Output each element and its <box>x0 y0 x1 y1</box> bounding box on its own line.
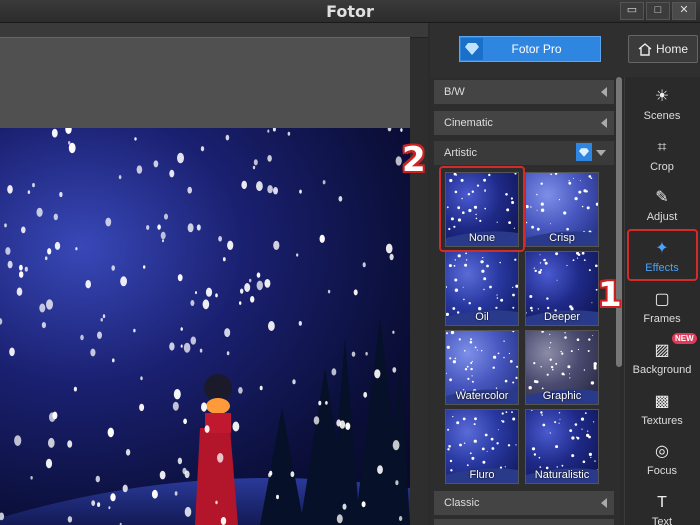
tool-label: Focus <box>647 465 677 477</box>
section-cinematic[interactable]: Cinematic <box>434 111 614 135</box>
tool-textures[interactable]: ▩ Textures <box>624 385 700 435</box>
section-label: Cinematic <box>444 117 493 129</box>
collapse-arrow-icon <box>601 498 607 508</box>
scenes-icon: ☀ <box>654 88 670 105</box>
tool-label: Adjust <box>646 211 678 223</box>
textures-icon: ▩ <box>654 393 670 410</box>
section-label: Classic <box>444 497 480 509</box>
tool-label: Text <box>651 516 673 525</box>
effect-thumb-fluro[interactable]: Fluro <box>445 409 519 484</box>
tool-crop[interactable]: ⌗ Crop <box>624 131 700 181</box>
maximize-icon[interactable]: □ <box>646 2 670 20</box>
expand-arrow-icon <box>596 150 606 156</box>
frames-icon: ▢ <box>654 291 670 308</box>
effect-label: Crisp <box>549 232 575 244</box>
crop-icon: ⌗ <box>657 139 667 156</box>
tool-scenes[interactable]: ☀ Scenes <box>624 80 700 130</box>
adjust-icon: ✎ <box>655 189 669 206</box>
diamond-icon <box>576 143 592 161</box>
effect-thumb-crisp[interactable]: Crisp <box>525 172 599 247</box>
step-1-marker: 1 <box>598 275 622 315</box>
effect-label: Deeper <box>543 311 581 323</box>
collapse-arrow-icon <box>601 87 607 97</box>
section-label: B/W <box>444 86 465 98</box>
section-bw[interactable]: B/W <box>434 80 614 104</box>
effect-thumb-naturalistic[interactable]: Naturalistic <box>525 409 599 484</box>
effect-label: Watercolor <box>455 390 509 402</box>
diamond-icon <box>461 38 483 60</box>
minimize-icon[interactable]: ▭ <box>620 2 644 20</box>
section-next[interactable] <box>434 519 614 525</box>
focus-icon: ◎ <box>655 443 669 460</box>
home-label: Home <box>655 42 688 56</box>
collapse-arrow-icon <box>601 118 607 128</box>
window-controls: ▭ □ ✕ <box>620 2 696 20</box>
effect-label: Graphic <box>542 390 582 402</box>
home-icon <box>638 42 652 56</box>
canvas-topbar <box>0 23 428 38</box>
effect-thumb-oil[interactable]: Oil <box>445 251 519 326</box>
effect-label: Naturalistic <box>534 469 590 481</box>
effect-thumb-deeper[interactable]: Deeper <box>525 251 599 326</box>
tool-adjust[interactable]: ✎ Adjust <box>624 181 700 231</box>
canvas-edge <box>410 38 428 525</box>
fotor-pro-label: Fotor Pro <box>511 42 562 56</box>
close-icon[interactable]: ✕ <box>672 2 696 20</box>
section-label: Artistic <box>444 147 477 159</box>
section-classic[interactable]: Classic <box>434 491 614 515</box>
panel-scrollbar[interactable] <box>616 77 622 367</box>
tool-focus[interactable]: ◎ Focus <box>624 435 700 485</box>
home-button[interactable]: Home <box>628 35 698 63</box>
tool-label: Frames <box>643 313 681 325</box>
text-icon: T <box>657 494 667 511</box>
snow-night-scene <box>0 128 410 525</box>
effect-label: Oil <box>475 311 489 323</box>
canvas-area <box>0 23 428 525</box>
background-icon: ▨ <box>654 342 670 359</box>
photo-canvas[interactable] <box>0 128 410 525</box>
highlight-none-effect <box>439 166 525 252</box>
tool-text[interactable]: T Text <box>624 486 700 525</box>
tool-label: Background <box>632 364 692 376</box>
step-2-marker: 2 <box>402 140 426 180</box>
tool-label: Crop <box>650 161 674 173</box>
section-artistic[interactable]: Artistic <box>434 141 614 165</box>
tool-label: Textures <box>641 415 683 427</box>
highlight-effects-tool <box>627 229 698 281</box>
title-bar: Fotor ▭ □ ✕ <box>0 0 700 23</box>
tool-frames[interactable]: ▢ Frames <box>624 283 700 333</box>
app-title: Fotor <box>326 2 374 21</box>
fotor-pro-button[interactable]: Fotor Pro <box>459 36 601 62</box>
effect-label: Fluro <box>469 469 495 481</box>
new-badge: NEW <box>672 333 697 344</box>
effect-thumb-graphic[interactable]: Graphic <box>525 330 599 405</box>
tool-label: Scenes <box>643 110 681 122</box>
effect-thumb-watercolor[interactable]: Watercolor <box>445 330 519 405</box>
